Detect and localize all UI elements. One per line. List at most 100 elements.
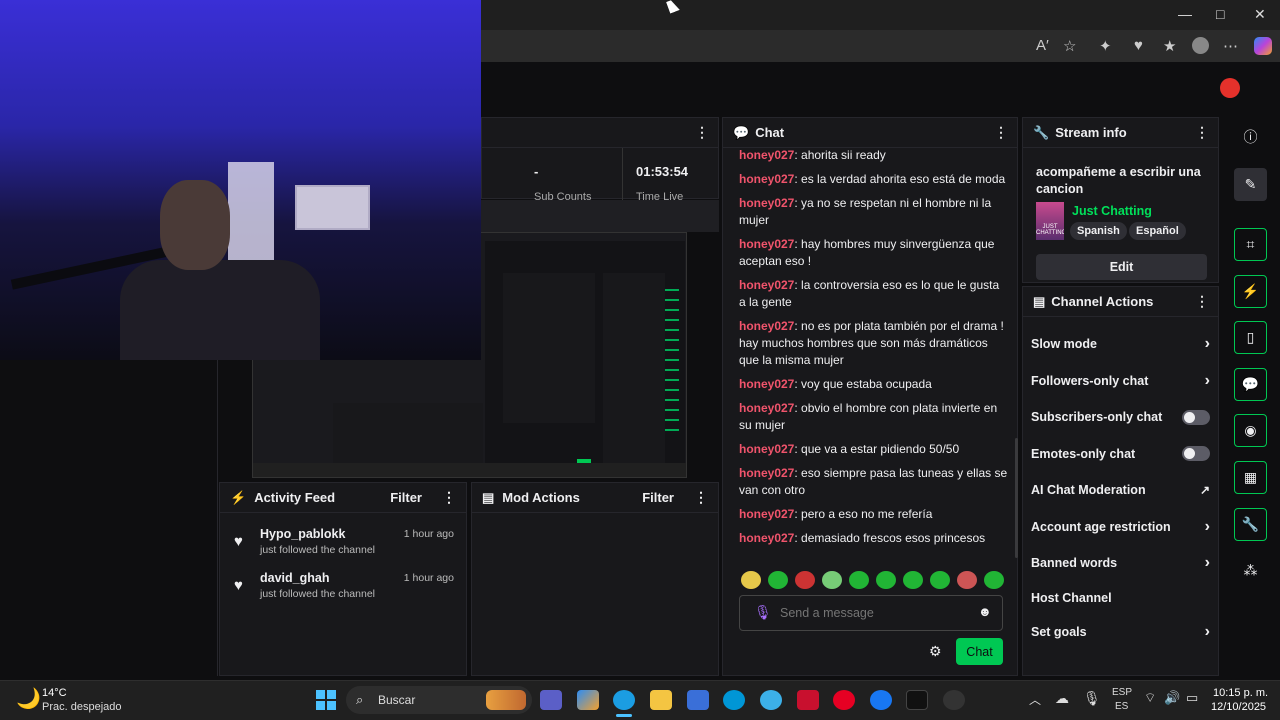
pencil-icon[interactable]: ✎: [1234, 168, 1267, 201]
bolt-quick-icon[interactable]: ⚡: [1234, 275, 1267, 308]
wrench-side-icon[interactable]: 🔧: [1234, 508, 1267, 541]
channel-action-emotes-only-chat[interactable]: Emotes-only chat: [1023, 436, 1218, 473]
pinterest-icon[interactable]: [833, 690, 855, 710]
category-name[interactable]: Just Chatting: [1072, 204, 1152, 218]
onedrive-icon[interactable]: ☁: [1055, 690, 1069, 707]
activity-item[interactable]: ♥ david_ghah 1 hour ago just followed the c…: [220, 571, 466, 615]
mcafee-icon[interactable]: [797, 690, 819, 710]
chat-username[interactable]: honey027: [739, 401, 794, 415]
chat-username[interactable]: honey027: [739, 507, 794, 521]
mod-filter-button[interactable]: Filter: [642, 490, 674, 505]
chat-username[interactable]: honey027: [739, 442, 794, 456]
maximize-button[interactable]: □: [1216, 6, 1224, 22]
follower-name[interactable]: david_ghah: [260, 571, 329, 585]
chat-username[interactable]: honey027: [739, 237, 794, 251]
tiktok-icon[interactable]: [906, 690, 928, 710]
weather-icon[interactable]: 🌙: [16, 686, 41, 711]
broadcast-icon[interactable]: ◉: [1234, 414, 1267, 447]
emote-row[interactable]: [741, 571, 1011, 593]
user-avatar[interactable]: [1220, 78, 1240, 98]
chat-username[interactable]: honey027: [739, 531, 794, 545]
activity-filter-button[interactable]: Filter: [390, 490, 422, 505]
edge-icon[interactable]: [613, 690, 635, 710]
profile-icon[interactable]: [1192, 37, 1209, 54]
chat-username[interactable]: honey027: [739, 319, 794, 333]
read-aloud-icon[interactable]: A′: [1036, 37, 1049, 54]
tray-chevron-icon[interactable]: ︿: [1029, 691, 1041, 708]
stats-divider: [622, 148, 623, 200]
emoji-icon[interactable]: ☻: [978, 604, 992, 619]
chat-send-button[interactable]: Chat: [956, 638, 1003, 665]
clock-time[interactable]: 10:15 p. m.: [1213, 687, 1268, 699]
document-icon[interactable]: ▯: [1234, 321, 1267, 354]
mic-tray-icon[interactable]: 🎙: [1083, 690, 1101, 707]
battery-icon[interactable]: ▭: [1186, 690, 1198, 706]
channel-actions-menu-icon[interactable]: ⋮: [1195, 293, 1209, 310]
toggle-switch[interactable]: [1182, 446, 1210, 462]
stream-title: acompañeme a escribir una cancion: [1036, 165, 1201, 196]
chat-username[interactable]: honey027: [739, 148, 794, 162]
chat-username[interactable]: honey027: [739, 172, 794, 186]
channel-action-ai-chat-moderation[interactable]: AI Chat Moderation ↗: [1023, 472, 1218, 509]
chat-username[interactable]: honey027: [739, 278, 794, 292]
mic-icon[interactable]: 🎙: [754, 604, 772, 621]
channel-action-followers-only-chat[interactable]: Followers-only chat ›: [1023, 363, 1218, 400]
facebook-icon[interactable]: [870, 690, 892, 710]
store-icon[interactable]: [687, 690, 709, 710]
channel-action-account-age-restriction[interactable]: Account age restriction ›: [1023, 509, 1218, 546]
stream-info-menu-icon[interactable]: ⋮: [1195, 124, 1209, 141]
chat-scrollbar[interactable]: [1015, 438, 1018, 558]
obs-icon[interactable]: [943, 690, 965, 710]
volume-icon[interactable]: 🔊: [1164, 690, 1180, 706]
chat-username[interactable]: honey027: [739, 377, 794, 391]
wifi-icon[interactable]: ⌔: [1144, 690, 1156, 706]
lang-top[interactable]: ESP: [1112, 687, 1132, 698]
windows-start-icon[interactable]: [316, 690, 336, 710]
minimize-button[interactable]: —: [1178, 6, 1192, 22]
channel-action-slow-mode[interactable]: Slow mode ›: [1023, 326, 1218, 363]
apps-icon[interactable]: ⁂: [1234, 554, 1267, 587]
chat-side-icon[interactable]: 💬: [1234, 368, 1267, 401]
favorites-icon[interactable]: ★: [1163, 37, 1176, 55]
tag-espanol[interactable]: Español: [1129, 222, 1186, 240]
more-icon[interactable]: ⋯: [1223, 37, 1238, 55]
lang-bottom[interactable]: ES: [1115, 701, 1128, 712]
camera-frame-icon[interactable]: ⌗: [1234, 228, 1267, 261]
edge-active-indicator: [616, 714, 632, 717]
taskbar-search[interactable]: ⌕ Buscar: [346, 686, 532, 714]
mod-menu-icon[interactable]: ⋮: [694, 489, 708, 506]
channel-action-subscribers-only-chat[interactable]: Subscribers-only chat: [1023, 399, 1218, 436]
toggle-switch[interactable]: [1182, 409, 1210, 425]
activity-time: 1 hour ago: [403, 572, 454, 584]
chat-menu-icon[interactable]: ⋮: [994, 124, 1008, 141]
file-explorer-icon[interactable]: [650, 690, 672, 710]
activity-item[interactable]: ♥ Hypo_pablokk 1 hour ago just followed the…: [220, 527, 466, 571]
chrome-dev-icon[interactable]: [760, 690, 782, 710]
favorite-icon[interactable]: ☆: [1063, 37, 1076, 55]
clock-date[interactable]: 12/10/2025: [1211, 701, 1266, 713]
chat-message-text: ahorita sii ready: [801, 148, 886, 162]
chat-message: honey027: ahorita sii ready: [739, 148, 886, 162]
channel-action-set-goals[interactable]: Set goals ›: [1023, 614, 1218, 651]
chat-username[interactable]: honey027: [739, 466, 794, 480]
layout-icon[interactable]: ▦: [1234, 461, 1267, 494]
chat-username[interactable]: honey027: [739, 196, 794, 210]
tag-spanish[interactable]: Spanish: [1070, 222, 1127, 240]
teams-icon[interactable]: [540, 690, 562, 710]
chat-input[interactable]: [780, 604, 970, 622]
hp-icon[interactable]: [723, 690, 745, 710]
copilot-app-icon[interactable]: [577, 690, 599, 710]
activity-menu-icon[interactable]: ⋮: [442, 489, 456, 506]
copilot-icon[interactable]: [1254, 37, 1272, 55]
extensions-icon[interactable]: ✦: [1099, 37, 1112, 55]
performance-icon[interactable]: ♥: [1134, 37, 1143, 54]
chat-settings-icon[interactable]: ⚙: [929, 643, 942, 660]
channel-action-banned-words[interactable]: Banned words ›: [1023, 545, 1218, 582]
chat-input-box[interactable]: 🎙 ☻: [739, 595, 1003, 631]
stats-menu-icon[interactable]: ⋮: [695, 124, 709, 141]
info-icon[interactable]: ⓘ: [1234, 120, 1267, 153]
follower-name[interactable]: Hypo_pablokk: [260, 527, 345, 541]
close-window-button[interactable]: ✕: [1254, 6, 1266, 23]
channel-action-host-channel[interactable]: Host Channel: [1023, 582, 1218, 614]
edit-stream-button[interactable]: Edit: [1036, 254, 1207, 280]
